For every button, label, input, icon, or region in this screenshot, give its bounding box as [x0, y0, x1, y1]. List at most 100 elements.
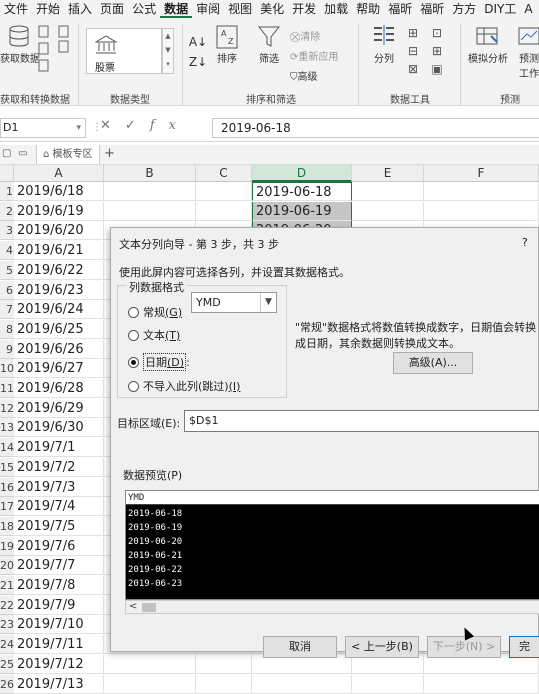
- function-icon[interactable]: fx: [150, 118, 190, 133]
- help-button[interactable]: ?: [522, 236, 528, 249]
- row-header[interactable]: 7: [0, 300, 14, 320]
- column-header-a[interactable]: A: [14, 165, 104, 182]
- menu-item[interactable]: 开始: [32, 0, 64, 18]
- cell[interactable]: 2019/7/4: [14, 497, 104, 517]
- cell[interactable]: [352, 674, 424, 694]
- cell[interactable]: 2019/7/2: [14, 457, 104, 477]
- confirm-icon[interactable]: ✓: [125, 118, 150, 133]
- add-tab-button[interactable]: +: [104, 146, 115, 161]
- menu-item[interactable]: 数据: [160, 0, 193, 18]
- cell[interactable]: [424, 182, 539, 201]
- radio-text[interactable]: 文本 (T): [128, 327, 180, 343]
- row-header[interactable]: 15: [0, 457, 14, 477]
- reapply-button[interactable]: ⟳重新应用: [290, 48, 338, 63]
- menu-item[interactable]: 页面: [96, 0, 128, 18]
- preview-scrollbar[interactable]: <: [125, 600, 539, 614]
- cell[interactable]: 2019/7/10: [14, 615, 104, 635]
- menu-item[interactable]: 审阅: [192, 0, 224, 18]
- cell[interactable]: 2019/7/6: [14, 536, 104, 556]
- preview-header[interactable]: YMD: [126, 491, 539, 505]
- cell[interactable]: 2019/7/12: [14, 654, 104, 674]
- cell[interactable]: [424, 674, 539, 694]
- row-header[interactable]: 10: [0, 359, 14, 379]
- cell[interactable]: 2019/6/23: [14, 280, 104, 300]
- menu-item[interactable]: 方方: [448, 0, 480, 18]
- menu-item[interactable]: 美化: [256, 0, 288, 18]
- column-header-e[interactable]: E: [352, 165, 424, 182]
- menu-item[interactable]: 文件: [0, 0, 32, 18]
- row-header[interactable]: 2: [0, 201, 14, 221]
- chevron-down-icon[interactable]: ▾: [76, 119, 81, 137]
- menu-item[interactable]: A: [520, 0, 536, 18]
- radio-skip[interactable]: 不导入此列(跳过) (I): [128, 378, 240, 394]
- menu-item[interactable]: 公式: [128, 0, 160, 18]
- cell[interactable]: [104, 201, 196, 221]
- row-header[interactable]: 4: [0, 241, 14, 261]
- cell[interactable]: 2019/7/7: [14, 556, 104, 576]
- cell[interactable]: 2019/6/18: [14, 182, 104, 201]
- row-header[interactable]: 24: [0, 635, 14, 655]
- advanced-filter-button[interactable]: ⛉高级: [290, 68, 318, 83]
- gallery-scroll[interactable]: ▲ ▼ ▾: [162, 28, 174, 74]
- row-header[interactable]: 13: [0, 418, 14, 438]
- column-header-c[interactable]: C: [196, 165, 252, 182]
- column-header-f[interactable]: F: [424, 165, 539, 182]
- date-format-select[interactable]: YMD ▼: [191, 292, 277, 313]
- cell[interactable]: [424, 201, 539, 221]
- cell[interactable]: 2019/7/13: [14, 674, 104, 694]
- row-header[interactable]: 17: [0, 497, 14, 517]
- tab-template-zone[interactable]: ⌂ 模板专区: [36, 145, 100, 164]
- cancel-button[interactable]: 取消: [263, 636, 337, 658]
- row-header[interactable]: 14: [0, 438, 14, 458]
- finish-button[interactable]: 完: [509, 636, 539, 658]
- cell[interactable]: 2019/6/21: [14, 241, 104, 261]
- menu-item[interactable]: 开发: [288, 0, 320, 18]
- cell[interactable]: [104, 674, 196, 694]
- cell[interactable]: 2019/6/27: [14, 359, 104, 379]
- cell[interactable]: [196, 201, 252, 221]
- destination-input[interactable]: $D$1: [184, 410, 539, 432]
- row-header[interactable]: 20: [0, 556, 14, 576]
- cell[interactable]: 2019/7/9: [14, 595, 104, 615]
- row-header[interactable]: 8: [0, 319, 14, 339]
- row-header[interactable]: 18: [0, 516, 14, 536]
- menu-item[interactable]: 加载: [320, 0, 352, 18]
- cancel-icon[interactable]: ✕: [100, 118, 125, 133]
- sort-button[interactable]: AZ 排序: [212, 24, 242, 65]
- advanced-button[interactable]: 高级(A)...: [393, 352, 473, 374]
- radio-date[interactable]: 日期(D):: [128, 353, 190, 371]
- cell[interactable]: [196, 654, 252, 674]
- cell[interactable]: 2019/7/8: [14, 576, 104, 595]
- back-button[interactable]: < 上一步(B): [345, 636, 419, 658]
- row-header[interactable]: 6: [0, 280, 14, 300]
- row-header[interactable]: 22: [0, 595, 14, 615]
- menu-item[interactable]: 视图: [224, 0, 256, 18]
- cell[interactable]: 2019-06-19: [252, 201, 352, 221]
- cell[interactable]: 2019/6/28: [14, 379, 104, 398]
- menu-item[interactable]: DIY工: [480, 0, 520, 18]
- cell[interactable]: 2019-06-18: [252, 182, 352, 201]
- row-header[interactable]: 23: [0, 615, 14, 635]
- row-header[interactable]: 26: [0, 674, 14, 694]
- cell[interactable]: 2019/7/3: [14, 477, 104, 497]
- cell[interactable]: 2019/6/19: [14, 201, 104, 221]
- row-header[interactable]: 9: [0, 339, 14, 359]
- cell[interactable]: 2019/7/5: [14, 516, 104, 536]
- text-to-columns-button[interactable]: 分列: [368, 24, 400, 65]
- row-header[interactable]: 16: [0, 477, 14, 497]
- data-preview[interactable]: YMD 2019-06-18 2019-06-19 2019-06-20 2019-0…: [125, 490, 539, 600]
- cell[interactable]: [196, 674, 252, 694]
- formula-input[interactable]: 2019-06-18: [212, 118, 539, 138]
- data-type-gallery[interactable]: 股票: [86, 28, 162, 74]
- select-all-corner[interactable]: [0, 165, 14, 182]
- radio-general[interactable]: 常规 (G): [128, 304, 182, 320]
- row-header[interactable]: 25: [0, 654, 14, 674]
- menu-item[interactable]: 福昕: [384, 0, 416, 18]
- menu-item[interactable]: 插入: [64, 0, 96, 18]
- cell[interactable]: 2019/7/11: [14, 635, 104, 655]
- forecast-sheet-button[interactable]: 预测 工作: [514, 24, 539, 80]
- row-header[interactable]: 21: [0, 576, 14, 595]
- clear-button[interactable]: ⛒清除: [290, 28, 320, 43]
- scroll-thumb[interactable]: [142, 603, 156, 612]
- what-if-button[interactable]: 模拟分析: [466, 24, 510, 65]
